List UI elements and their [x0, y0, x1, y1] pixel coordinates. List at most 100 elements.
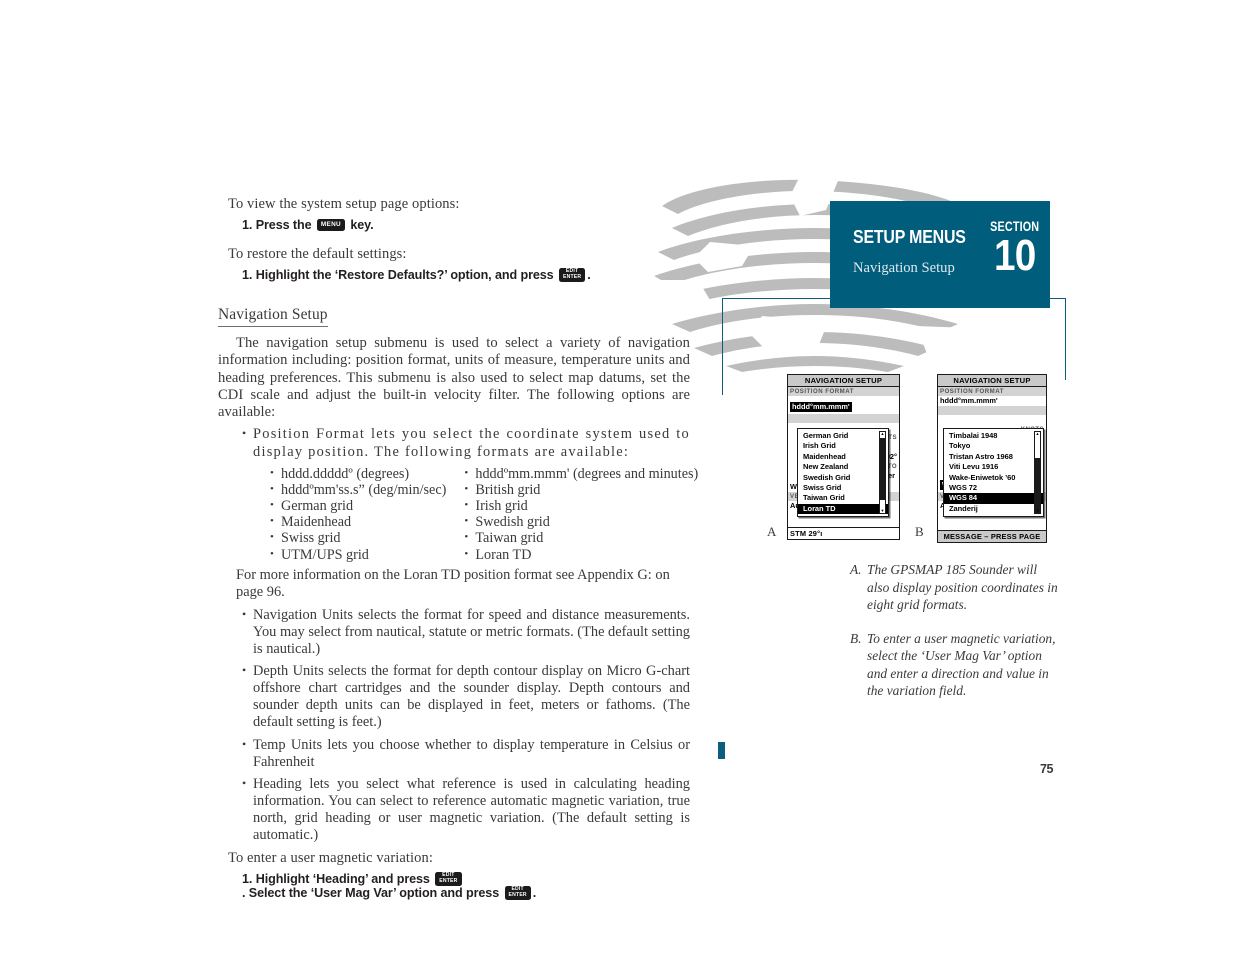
step-user-mag-var-text: 1. Highlight ‘Heading’ and press — [242, 872, 434, 887]
format-cell: Swiss grid — [270, 529, 446, 546]
table-row: German grid Irish grid — [270, 497, 698, 514]
list-item[interactable]: Taiwan Grid — [798, 493, 888, 503]
page-title: Navigation Setup — [218, 306, 328, 327]
menu-key-icon: MENU — [316, 219, 345, 231]
step-user-mag-var-mid: . Select the ‘User Mag Var’ option and p… — [242, 886, 503, 901]
caption-a-text: The GPSMAP 185 Sounder will also display… — [867, 562, 1058, 612]
list-item[interactable]: Tristan Astro 1968 — [944, 452, 1043, 462]
edit-enter-key-icon: EDIT ENTER — [558, 268, 586, 282]
step-press-menu-text: 1. Press the — [242, 218, 315, 232]
intro-user-mag-var: To enter a user magnetic variation: — [228, 850, 433, 867]
list-item[interactable]: Swiss Grid — [798, 483, 888, 493]
gps-a-position-format-row: hddd°mm.mmm' — [788, 396, 899, 414]
section-badge-subtitle: Navigation Setup — [853, 260, 955, 276]
format-cell: Maidenhead — [270, 513, 446, 530]
gps-a-stripe — [788, 414, 899, 423]
gps-a-dropdown-list: German Grid Irish Grid Maidenhead New Ze… — [798, 429, 888, 516]
figure-captions: A. The GPSMAP 185 Sounder will also disp… — [850, 561, 1060, 716]
section-badge-title: SETUP MENUS — [853, 226, 966, 247]
gps-b-body: POSITION FORMAT hddd°mm.mmm' KNOTS TO WG… — [938, 387, 1046, 518]
navigation-setup-paragraph: The navigation setup submenu is used to … — [218, 335, 690, 421]
list-item[interactable]: WGS 72 — [944, 483, 1043, 493]
scroll-thumb[interactable] — [880, 438, 885, 500]
step-restore-defaults: 1. Highlight the ‘Restore Defaults?’ opt… — [242, 268, 690, 282]
gps-b-footer: MESSAGE – PRESS PAGE — [938, 530, 1046, 542]
caption-a: A. The GPSMAP 185 Sounder will also disp… — [850, 561, 1060, 614]
table-row: hdddºmm'ss.s” (deg/min/sec) British grid — [270, 481, 698, 498]
caption-b: B. To enter a user magnetic variation, s… — [850, 630, 1060, 700]
list-item[interactable]: Maidenhead — [798, 452, 888, 462]
list-item[interactable]: Swedish Grid — [798, 473, 888, 483]
edit-enter-key-icon: EDIT ENTER — [504, 886, 531, 900]
gps-b-scrollbar[interactable]: ▲ ▼ — [1034, 431, 1041, 515]
gps-b-stripe — [938, 406, 1046, 415]
table-row: Swiss grid Taiwan grid — [270, 529, 698, 546]
scroll-up-arrow-icon[interactable]: ▲ — [880, 432, 885, 436]
list-item[interactable]: New Zealand — [798, 462, 888, 472]
gps-b-dropdown-list: Timbalai 1948 Tokyo Tristan Astro 1968 V… — [944, 429, 1043, 516]
format-cell: British grid — [446, 481, 698, 498]
scroll-thumb[interactable] — [1035, 458, 1040, 514]
scroll-up-arrow-icon[interactable]: ▲ — [1035, 432, 1040, 436]
gps-a-position-format-label: POSITION FORMAT — [788, 387, 899, 396]
gps-a-footer: STM 29°ı — [788, 527, 899, 539]
step-user-mag-var: 1. Highlight ‘Heading’ and press EDIT EN… — [242, 872, 690, 900]
bullet-depth-units: Depth Units selects the format for depth… — [242, 662, 690, 731]
scroll-down-arrow-icon[interactable]: ▼ — [1035, 509, 1040, 513]
format-cell: UTM/UPS grid — [270, 546, 446, 563]
list-item[interactable]: Irish Grid — [798, 441, 888, 451]
bullet-navigation-units: Navigation Units selects the format for … — [242, 606, 690, 658]
list-item[interactable]: Timbalai 1948 — [944, 431, 1043, 441]
gps-a-body: POSITION FORMAT hddd°mm.mmm' MAP UNITS 0… — [788, 387, 899, 518]
figure-label-b: B — [915, 524, 924, 539]
gps-a-dropdown[interactable]: German Grid Irish Grid Maidenhead New Ze… — [797, 428, 889, 518]
format-cell: Swedish grid — [446, 513, 698, 530]
gps-b-blank — [938, 415, 1046, 425]
note-loran-td: For more information on the Loran TD pos… — [236, 566, 670, 600]
options-list: Position Format lets you select the coor… — [218, 425, 690, 460]
intro-view-setup: To view the system setup page options: — [228, 196, 460, 212]
caption-b-key: B. — [850, 630, 862, 646]
table-row: UTM/UPS grid Loran TD — [270, 546, 698, 563]
format-cell: hdddºmm.mmm' (degrees and minutes) — [446, 465, 698, 482]
gps-b-position-format-label: POSITION FORMAT — [938, 387, 1046, 396]
caption-b-text: To enter a user magnetic variation, sele… — [867, 630, 1056, 699]
format-cell: Irish grid — [446, 497, 698, 514]
list-item[interactable]: Zanderij — [944, 504, 1043, 514]
format-cell: hddd.dddddº (degrees) — [270, 465, 446, 482]
format-cell: hdddºmm'ss.s” (deg/min/sec) — [270, 481, 446, 498]
caption-a-key: A. — [850, 562, 862, 577]
list-item[interactable]: Viti Levu 1916 — [944, 462, 1043, 472]
step-user-mag-var-suffix: . — [532, 886, 537, 901]
bullet-temp-units: Temp Units lets you choose whether to di… — [242, 736, 690, 771]
figure-label-a: A — [767, 524, 777, 539]
list-item[interactable]: German Grid — [798, 431, 888, 441]
list-item[interactable]: Tokyo — [944, 441, 1043, 451]
list-item-selected[interactable]: Loran TD — [798, 503, 888, 515]
list-item[interactable]: Wake-Eniwetok ’60 — [944, 473, 1043, 483]
edit-enter-key-line2: ENTER — [439, 877, 458, 884]
edit-enter-key-line2: ENTER — [508, 891, 527, 898]
bullet-position-format: Position Format lets you select the coor… — [242, 425, 690, 460]
table-row: Maidenhead Swedish grid — [270, 513, 698, 530]
format-cell: German grid — [270, 497, 446, 514]
gps-b-position-format-value: hddd°mm.mmm' — [940, 396, 998, 405]
left-text-column: To view the system setup page options: 1… — [218, 196, 698, 914]
gps-a-scrollbar[interactable]: ▲ ▼ — [879, 431, 886, 515]
gps-a-title: NAVIGATION SETUP — [788, 375, 899, 387]
list-item-selected[interactable]: WGS 84 — [944, 493, 1043, 504]
manual-page: To view the system setup page options: 1… — [0, 0, 1235, 954]
step-restore-suffix: . — [587, 268, 591, 282]
gps-b-dropdown[interactable]: Timbalai 1948 Tokyo Tristan Astro 1968 V… — [943, 428, 1044, 518]
format-cell: Taiwan grid — [446, 529, 698, 546]
section-badge-right: SECTION 10 — [984, 201, 1071, 280]
section-badge: SETUP MENUS Navigation Setup SECTION 10 — [830, 201, 1050, 308]
gps-a-position-format-value: hddd°mm.mmm' — [790, 402, 852, 412]
position-format-table: hddd.dddddº (degrees) hdddºmm.mmm' (degr… — [270, 465, 698, 563]
scroll-down-arrow-icon[interactable]: ▼ — [880, 509, 885, 513]
edit-enter-key-line2: ENTER — [562, 273, 582, 280]
section-badge-left: SETUP MENUS Navigation Setup — [830, 201, 984, 276]
sidebar-tick-marker — [718, 742, 725, 759]
section-number: 10 — [994, 231, 1036, 280]
intro-restore-defaults: To restore the default settings: — [228, 246, 407, 262]
